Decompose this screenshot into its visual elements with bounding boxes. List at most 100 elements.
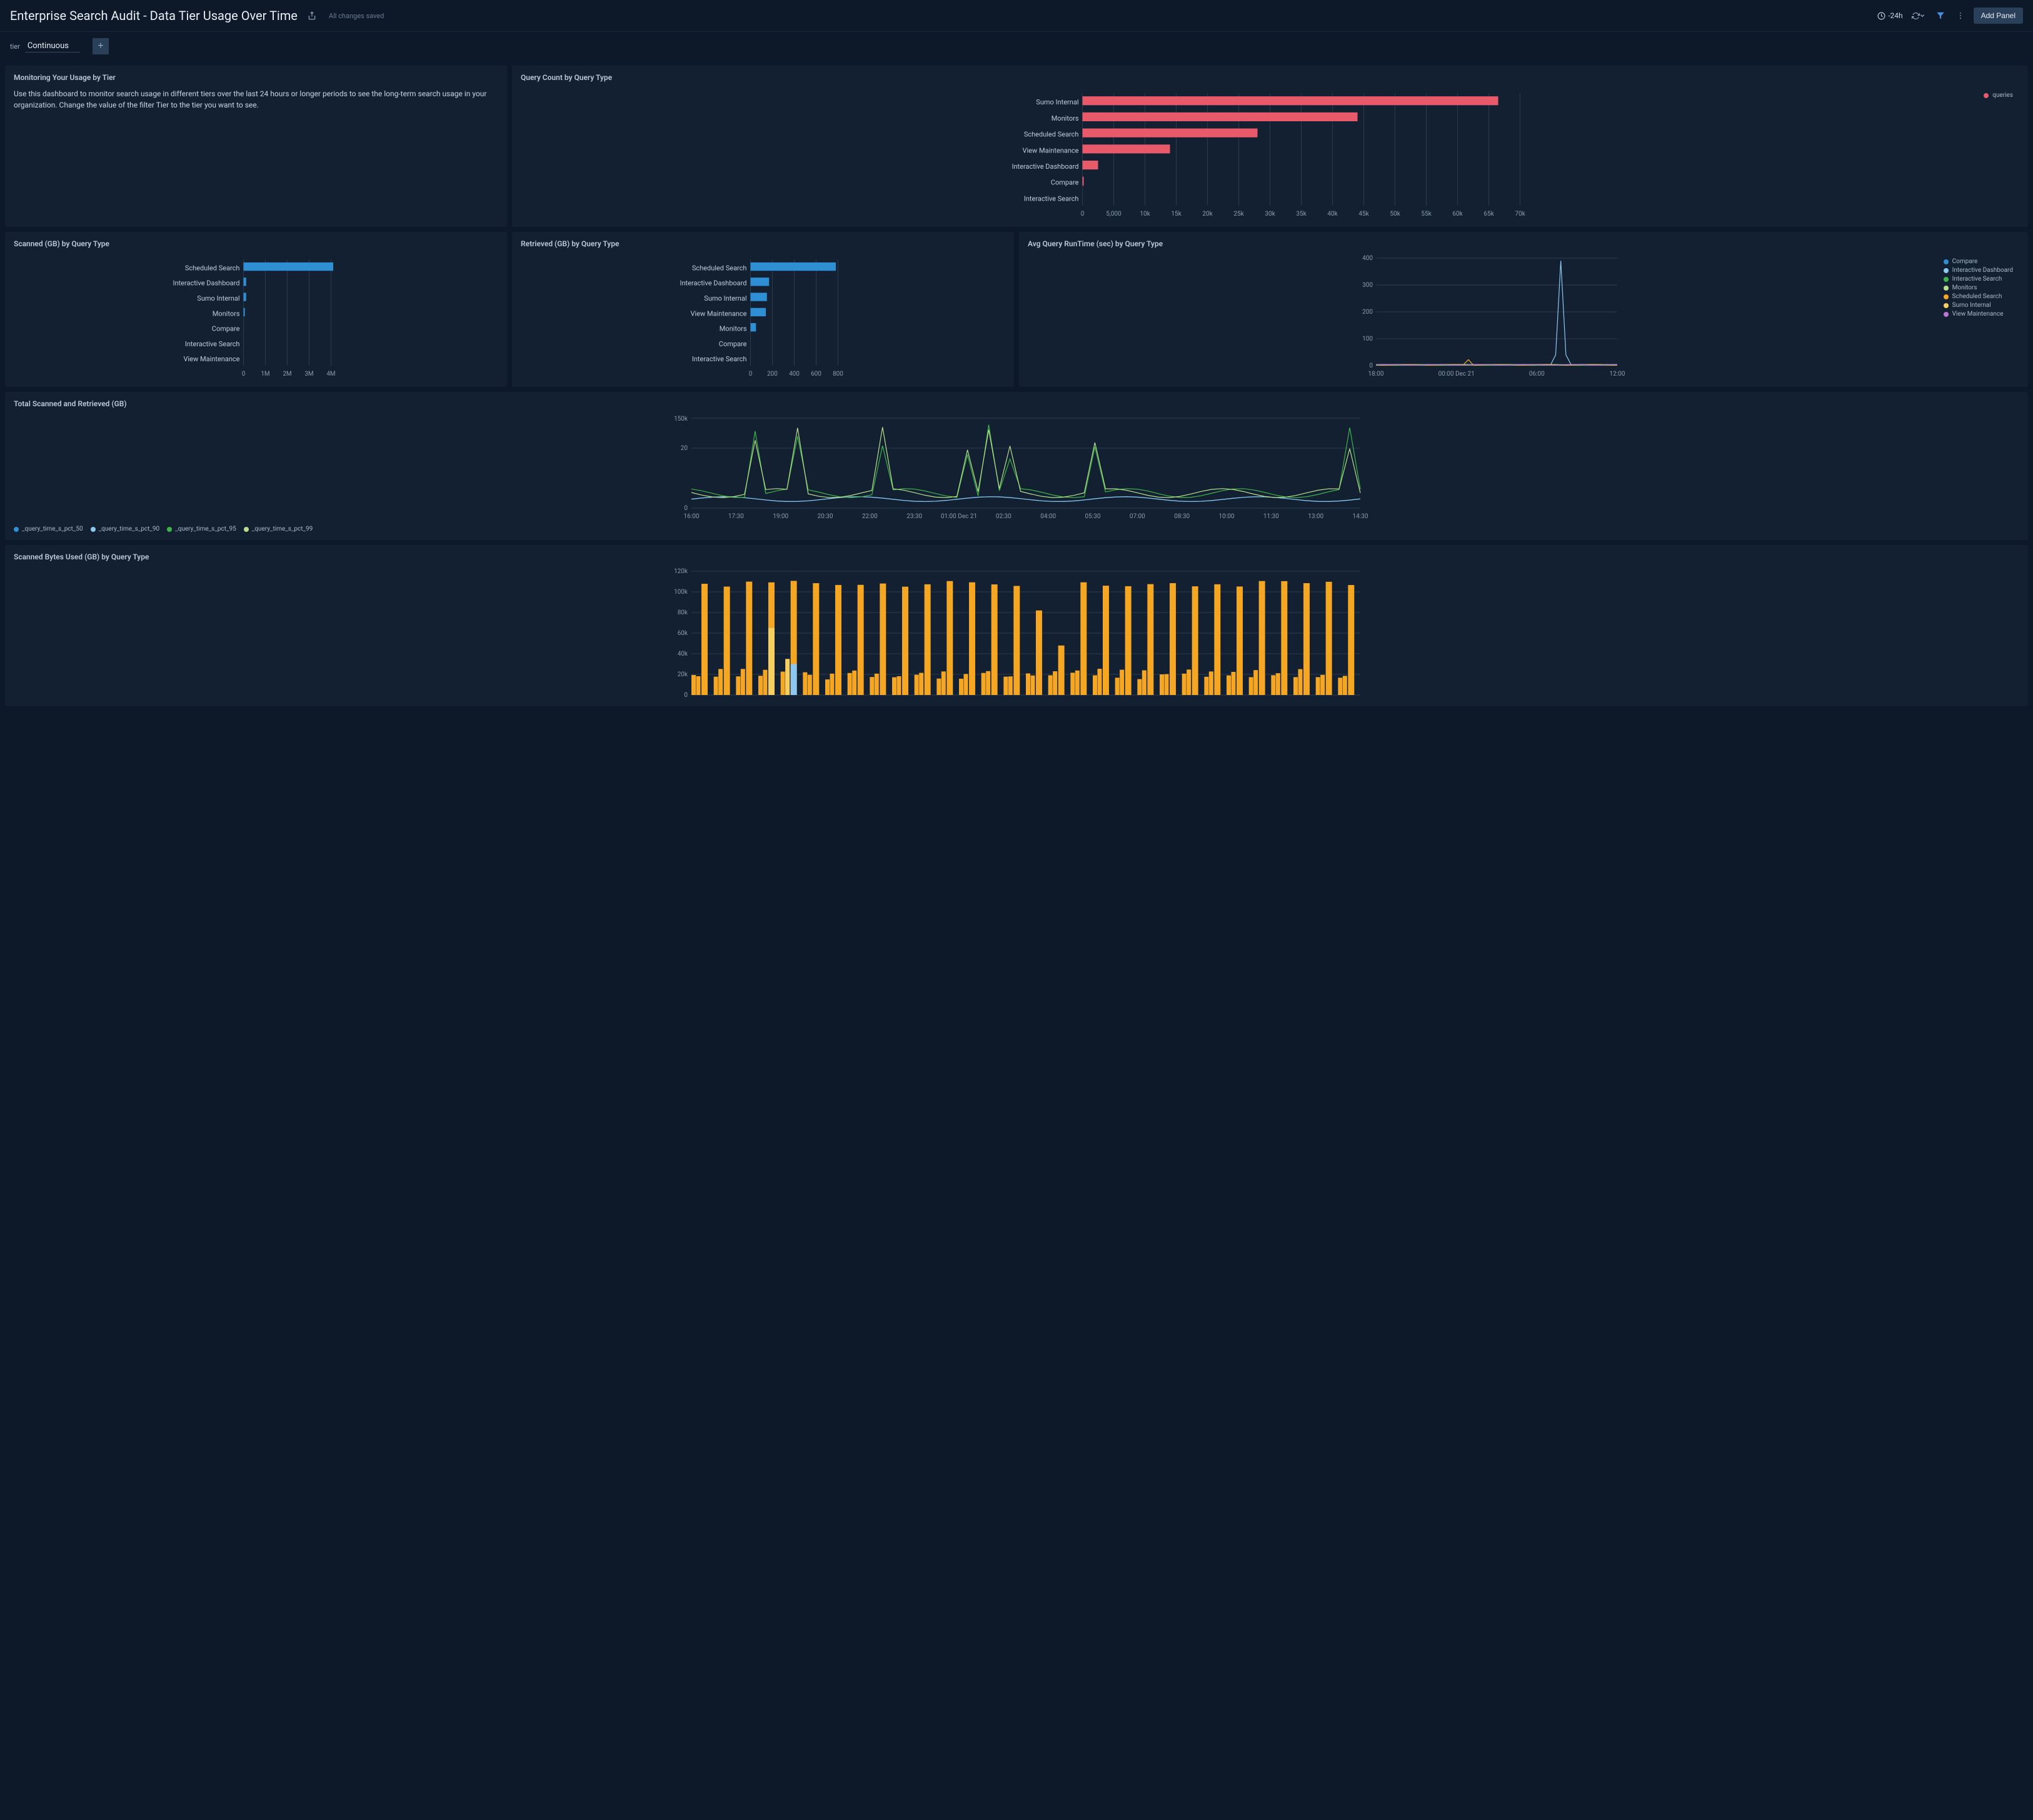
panel-title: Monitoring Your Usage by Tier — [14, 73, 498, 82]
svg-text:Monitors: Monitors — [1052, 114, 1079, 122]
filter-label: tier — [10, 42, 20, 51]
svg-text:200: 200 — [1362, 309, 1373, 316]
svg-text:4M: 4M — [326, 371, 335, 378]
svg-text:120k: 120k — [674, 568, 688, 575]
add-panel-button[interactable]: Add Panel — [1974, 8, 2023, 24]
svg-text:View Maintenance: View Maintenance — [691, 309, 747, 318]
svg-text:0: 0 — [684, 505, 688, 512]
panel-title: Scanned (GB) by Query Type — [14, 239, 498, 248]
svg-text:150k: 150k — [674, 416, 688, 422]
panel-title: Avg Query RunTime (sec) by Query Type — [1028, 239, 2019, 248]
svg-text:Monitors: Monitors — [213, 309, 240, 318]
svg-text:Monitors: Monitors — [720, 325, 747, 333]
scanned-gb-chart[interactable]: 01M2M3M4MScheduled SearchInteractive Das… — [14, 254, 498, 379]
svg-text:19:00: 19:00 — [773, 513, 788, 520]
svg-text:55k: 55k — [1421, 211, 1432, 218]
svg-text:10:00: 10:00 — [1219, 513, 1235, 520]
info-panel: Monitoring Your Usage by Tier Use this d… — [5, 66, 507, 227]
scanned-gb-panel: Scanned (GB) by Query Type 01M2M3M4MSche… — [5, 232, 507, 387]
svg-text:Interactive Search: Interactive Search — [692, 355, 747, 363]
svg-text:Sumo Internal: Sumo Internal — [1036, 98, 1078, 106]
svg-text:06:00: 06:00 — [1529, 371, 1545, 378]
svg-text:20:30: 20:30 — [818, 513, 833, 520]
query-count-chart[interactable]: queries 05,00010k15k20k25k30k35k40k45k50… — [521, 88, 2019, 219]
svg-text:400: 400 — [789, 371, 800, 378]
svg-text:80k: 80k — [678, 609, 688, 616]
svg-text:15k: 15k — [1171, 211, 1182, 218]
svg-text:100k: 100k — [674, 589, 688, 596]
svg-text:01:00 Dec 21: 01:00 Dec 21 — [941, 513, 977, 520]
svg-text:1M: 1M — [261, 371, 269, 378]
svg-text:23:30: 23:30 — [906, 513, 922, 520]
svg-text:07:00: 07:00 — [1130, 513, 1145, 520]
retrieved-gb-panel: Retrieved (GB) by Query Type 02004006008… — [512, 232, 1014, 387]
svg-text:Interactive Dashboard: Interactive Dashboard — [680, 279, 746, 288]
svg-text:800: 800 — [833, 371, 843, 378]
svg-text:Interactive Search: Interactive Search — [185, 340, 240, 348]
svg-text:70k: 70k — [1515, 211, 1525, 218]
refresh-icon[interactable] — [1909, 9, 1927, 22]
svg-text:25k: 25k — [1233, 211, 1244, 218]
scanned-bytes-chart[interactable]: 020k40k60k80k100k120k — [14, 568, 2019, 699]
svg-text:11:30: 11:30 — [1263, 513, 1279, 520]
svg-text:Compare: Compare — [1051, 179, 1079, 187]
svg-text:02:30: 02:30 — [996, 513, 1011, 520]
svg-text:04:00: 04:00 — [1040, 513, 1056, 520]
svg-text:Sumo Internal: Sumo Internal — [197, 294, 239, 302]
page-title: Enterprise Search Audit - Data Tier Usag… — [10, 8, 298, 23]
svg-text:40k: 40k — [678, 651, 688, 658]
svg-text:View Maintenance: View Maintenance — [184, 355, 240, 363]
svg-text:200: 200 — [767, 371, 778, 378]
svg-text:08:30: 08:30 — [1174, 513, 1190, 520]
svg-text:05:30: 05:30 — [1085, 513, 1101, 520]
svg-text:300: 300 — [1362, 282, 1373, 289]
svg-text:Interactive Dashboard: Interactive Dashboard — [1011, 162, 1078, 171]
time-range-picker[interactable]: -24h — [1877, 11, 1902, 20]
runtime-chart[interactable]: CompareInteractive DashboardInteractive … — [1028, 254, 2019, 379]
total-sr-chart[interactable]: 150k20016:0017:3019:0020:3022:0023:3001:… — [14, 414, 2019, 532]
filter-value-dropdown[interactable]: Continuous — [25, 40, 80, 52]
svg-text:Compare: Compare — [719, 340, 747, 348]
svg-text:30k: 30k — [1265, 211, 1275, 218]
svg-text:Interactive Search: Interactive Search — [1024, 194, 1079, 202]
svg-text:10k: 10k — [1140, 211, 1150, 218]
svg-text:20: 20 — [681, 445, 688, 452]
svg-text:60k: 60k — [1452, 211, 1463, 218]
svg-text:65k: 65k — [1483, 211, 1494, 218]
svg-text:Interactive Dashboard: Interactive Dashboard — [173, 279, 239, 288]
svg-text:18:00: 18:00 — [1368, 371, 1384, 378]
panel-title: Total Scanned and Retrieved (GB) — [14, 399, 2019, 408]
total-scanned-retrieved-panel: Total Scanned and Retrieved (GB) 150k 20 0… — [5, 392, 2028, 540]
scanned-bytes-panel: Scanned Bytes Used (GB) by Query Type 02… — [5, 545, 2028, 706]
svg-text:14:30: 14:30 — [1353, 513, 1368, 520]
svg-text:13:00: 13:00 — [1308, 513, 1323, 520]
svg-text:600: 600 — [811, 371, 821, 378]
svg-text:3M: 3M — [304, 371, 313, 378]
svg-text:View Maintenance: View Maintenance — [1023, 146, 1079, 154]
svg-text:5,000: 5,000 — [1106, 211, 1122, 218]
runtime-panel: Avg Query RunTime (sec) by Query Type Co… — [1019, 232, 2028, 387]
svg-text:Sumo Internal: Sumo Internal — [704, 294, 746, 302]
svg-text:400: 400 — [1362, 255, 1373, 262]
filter-icon[interactable] — [1934, 9, 1947, 22]
svg-text:22:00: 22:00 — [862, 513, 878, 520]
panel-title: Scanned Bytes Used (GB) by Query Type — [14, 552, 2019, 561]
svg-text:0: 0 — [242, 371, 246, 378]
more-icon[interactable] — [1954, 9, 1967, 22]
svg-text:50k: 50k — [1390, 211, 1400, 218]
svg-text:20k: 20k — [1202, 211, 1213, 218]
svg-text:Scheduled Search: Scheduled Search — [1024, 131, 1079, 139]
svg-text:00:00 Dec 21: 00:00 Dec 21 — [1438, 371, 1475, 378]
svg-text:35k: 35k — [1296, 211, 1307, 218]
share-icon[interactable] — [305, 9, 319, 22]
svg-text:60k: 60k — [678, 630, 688, 637]
add-filter-button[interactable]: + — [93, 38, 109, 54]
retrieved-gb-chart[interactable]: 0 200 400 600 800 Scheduled Search Interactive… — [521, 254, 1005, 379]
svg-text:Scheduled Search: Scheduled Search — [185, 264, 240, 272]
svg-text:0: 0 — [749, 371, 753, 378]
svg-text:0: 0 — [1081, 211, 1085, 218]
svg-text:17:30: 17:30 — [728, 513, 744, 520]
svg-text:Scheduled Search: Scheduled Search — [692, 264, 747, 272]
svg-text:45k: 45k — [1358, 211, 1369, 218]
svg-text:0: 0 — [1369, 362, 1373, 369]
